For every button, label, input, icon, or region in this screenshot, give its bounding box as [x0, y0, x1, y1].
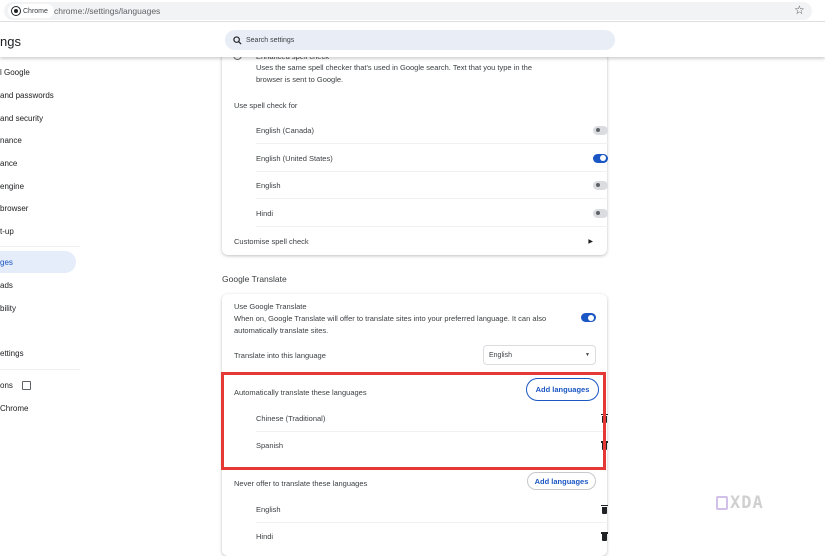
search-input[interactable]: Search settings [225, 30, 615, 50]
xda-logo-icon [716, 496, 728, 510]
sidebar-item[interactable]: and passwords [0, 84, 76, 106]
never-add-languages-button[interactable]: Add languages [527, 472, 596, 490]
external-link-icon [21, 380, 31, 390]
site-chip-label: Chrome [23, 7, 48, 15]
chevron-right-icon: ▶ [588, 238, 593, 245]
sidebar-divider [0, 246, 80, 247]
sidebar-item-label: nance [0, 135, 22, 145]
sidebar-item-label: ance [0, 158, 18, 168]
highlight-box [221, 372, 606, 470]
sidebar-item[interactable]: ads [0, 274, 76, 296]
sidebar-item-label: bility [0, 303, 17, 313]
translate-into-value: English [489, 351, 512, 359]
sidebar-item-label: ettings [0, 348, 24, 358]
sidebar-item-label: ons [0, 380, 13, 390]
spellcheck-toggle[interactable] [593, 180, 608, 190]
spellcheck-toggle[interactable] [593, 208, 608, 218]
sidebar-item[interactable]: browser [0, 197, 76, 219]
customise-spellcheck-row[interactable]: Customise spell check ▶ [222, 228, 607, 254]
delete-icon[interactable] [601, 504, 608, 514]
bookmark-star-icon[interactable]: ☆ [794, 3, 805, 17]
sidebar-item[interactable]: t-up [0, 220, 76, 242]
translate-into-select[interactable]: English ▼ [483, 345, 596, 365]
sidebar-item-label: ads [0, 280, 13, 290]
sidebar-item-label: Chrome [0, 403, 29, 413]
customise-spellcheck-label: Customise spell check [234, 236, 309, 246]
chrome-icon [11, 6, 21, 16]
sidebar-item[interactable]: ettings [0, 342, 76, 364]
sidebar-item-label: l Google [0, 67, 30, 77]
spellcheck-toggle[interactable] [593, 125, 608, 135]
sidebar-item-label: and security [0, 113, 44, 123]
browser-toolbar: Chrome chrome://settings/languages ☆ [0, 0, 825, 22]
xda-watermark: XDA [716, 493, 764, 513]
url-text[interactable]: chrome://settings/languages [54, 6, 160, 16]
sidebar-item-label: t-up [0, 226, 14, 236]
spellcheck-language-row: Hindi [256, 200, 608, 227]
sidebar-item[interactable]: ance [0, 152, 76, 174]
language-name: English [256, 504, 281, 514]
sidebar-item[interactable]: l Google [0, 61, 76, 83]
spellcheck-toggle[interactable] [593, 153, 608, 163]
sidebar-item[interactable]: engine [0, 175, 76, 197]
sidebar-item-label: browser [0, 203, 29, 213]
use-spellcheck-label: Use spell check for [234, 101, 298, 110]
language-name: English (United States) [256, 153, 333, 163]
never-language-row: Hindi [256, 523, 608, 550]
language-name: English (Canada) [256, 125, 314, 135]
never-translate-label: Never offer to translate these languages [234, 479, 368, 488]
sidebar-item-label: and passwords [0, 90, 54, 100]
use-translate-title: Use Google Translate [234, 302, 307, 311]
sidebar-item-extensions[interactable]: ons [0, 374, 76, 396]
language-name: Hindi [256, 208, 274, 218]
google-translate-heading: Google Translate [222, 274, 287, 284]
site-chip[interactable]: Chrome [8, 4, 54, 18]
sidebar-divider [0, 369, 80, 370]
xda-logo-text: XDA [730, 493, 764, 513]
sidebar-item[interactable]: and security [0, 107, 76, 129]
settings-header: ngs Search settings [0, 23, 825, 57]
never-language-row: English [256, 496, 608, 523]
page-title: ngs [0, 34, 21, 49]
search-icon [233, 35, 242, 45]
language-name: Hindi [256, 532, 274, 541]
enhanced-desc: Uses the same spell checker that's used … [256, 63, 533, 84]
sidebar-item-label: engine [0, 181, 25, 191]
language-name: English [256, 180, 281, 190]
sidebar-item-label: ges [0, 257, 13, 267]
translate-into-label: Translate into this language [234, 351, 326, 360]
sidebar-item[interactable]: bility [0, 297, 76, 319]
sidebar-item-languages[interactable]: ges [0, 251, 76, 273]
sidebar-item[interactable]: Chrome [0, 397, 76, 419]
use-translate-toggle[interactable] [581, 313, 596, 322]
delete-icon[interactable] [601, 532, 608, 541]
spellcheck-language-row: English (United States) [256, 145, 608, 172]
sidebar-item[interactable]: nance [0, 129, 76, 151]
spellcheck-language-row: English [256, 172, 608, 199]
spellcheck-card: Enhanced spell check Uses the same spell… [222, 30, 608, 255]
search-placeholder: Search settings [246, 36, 295, 44]
use-translate-desc: When on, Google Translate will offer to … [234, 314, 547, 335]
dropdown-arrow-icon: ▼ [585, 352, 590, 358]
spellcheck-language-row: English (Canada) [256, 117, 608, 144]
